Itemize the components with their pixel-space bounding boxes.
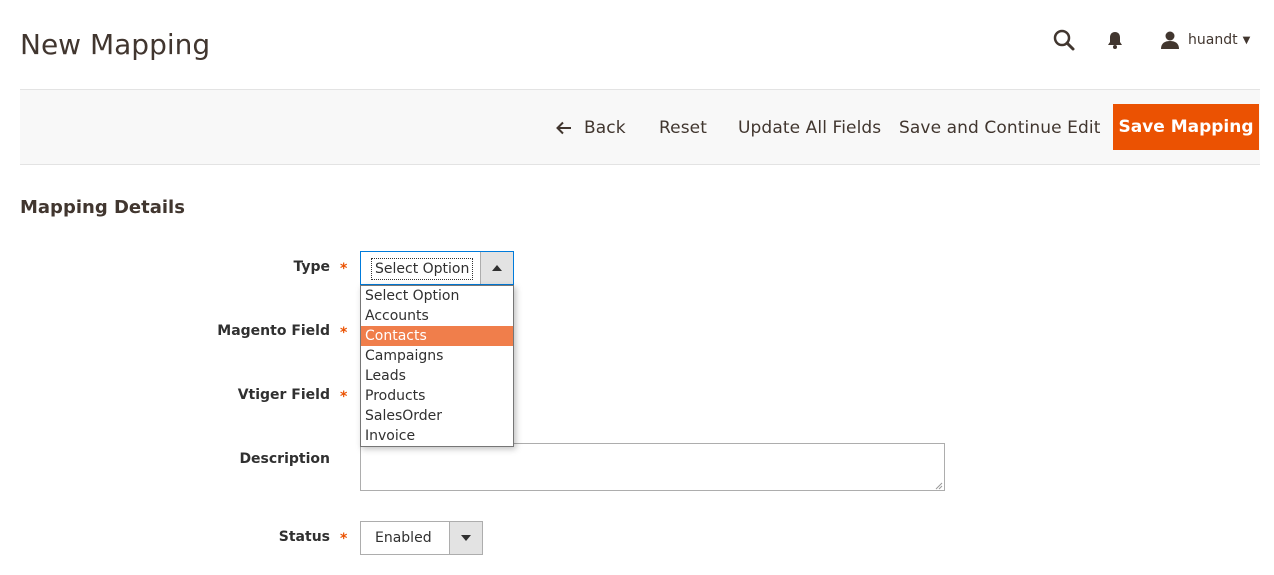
type-option-contacts[interactable]: Contacts — [361, 326, 513, 346]
caret-down-icon — [449, 522, 482, 554]
type-option-salesorder[interactable]: SalesOrder — [361, 406, 513, 426]
status-select[interactable]: Enabled — [360, 521, 483, 555]
section-title: Mapping Details — [20, 197, 185, 218]
caret-up-icon — [480, 252, 513, 284]
type-option-leads[interactable]: Leads — [361, 366, 513, 386]
page: New Mapping huandt ▼ Back Reset Update A… — [0, 0, 1274, 575]
description-textarea[interactable] — [360, 443, 945, 491]
type-required-star: * — [340, 261, 348, 277]
magento-field-required-star: * — [340, 325, 348, 341]
type-select-value: Select Option — [371, 258, 474, 280]
status-label: Status — [278, 529, 330, 545]
type-option-products[interactable]: Products — [361, 386, 513, 406]
user-icon — [1161, 31, 1179, 49]
update-all-fields-button[interactable]: Update All Fields — [738, 112, 881, 144]
arrow-left-icon — [556, 121, 571, 135]
bell-icon[interactable] — [1105, 30, 1125, 50]
type-dropdown-list: Select Option Accounts Contacts Campaign… — [360, 285, 514, 447]
vtiger-field-label: Vtiger Field — [237, 387, 330, 403]
magento-field-label: Magento Field — [217, 323, 330, 339]
user-name: huandt — [1188, 32, 1238, 48]
page-title: New Mapping — [20, 28, 211, 61]
reset-button[interactable]: Reset — [659, 112, 707, 144]
description-label: Description — [239, 451, 330, 467]
status-select-value: Enabled — [375, 530, 432, 546]
page-actions-bar: Back Reset Update All Fields Save and Co… — [20, 89, 1260, 165]
search-icon[interactable] — [1052, 28, 1076, 52]
save-and-continue-button[interactable]: Save and Continue Edit — [899, 112, 1101, 144]
caret-down-icon: ▼ — [1242, 34, 1251, 46]
type-option-campaigns[interactable]: Campaigns — [361, 346, 513, 366]
type-option-select-option[interactable]: Select Option — [361, 286, 513, 306]
type-label: Type — [293, 259, 330, 275]
back-label: Back — [584, 118, 626, 138]
type-option-accounts[interactable]: Accounts — [361, 306, 513, 326]
vtiger-field-required-star: * — [340, 389, 348, 405]
resize-grip-icon[interactable] — [933, 480, 943, 490]
type-select[interactable]: Select Option — [360, 251, 514, 285]
save-mapping-button[interactable]: Save Mapping — [1113, 104, 1259, 150]
status-required-star: * — [340, 531, 348, 547]
back-button[interactable]: Back — [556, 112, 626, 144]
user-menu[interactable]: huandt ▼ — [1160, 28, 1250, 52]
type-option-invoice[interactable]: Invoice — [361, 426, 513, 446]
